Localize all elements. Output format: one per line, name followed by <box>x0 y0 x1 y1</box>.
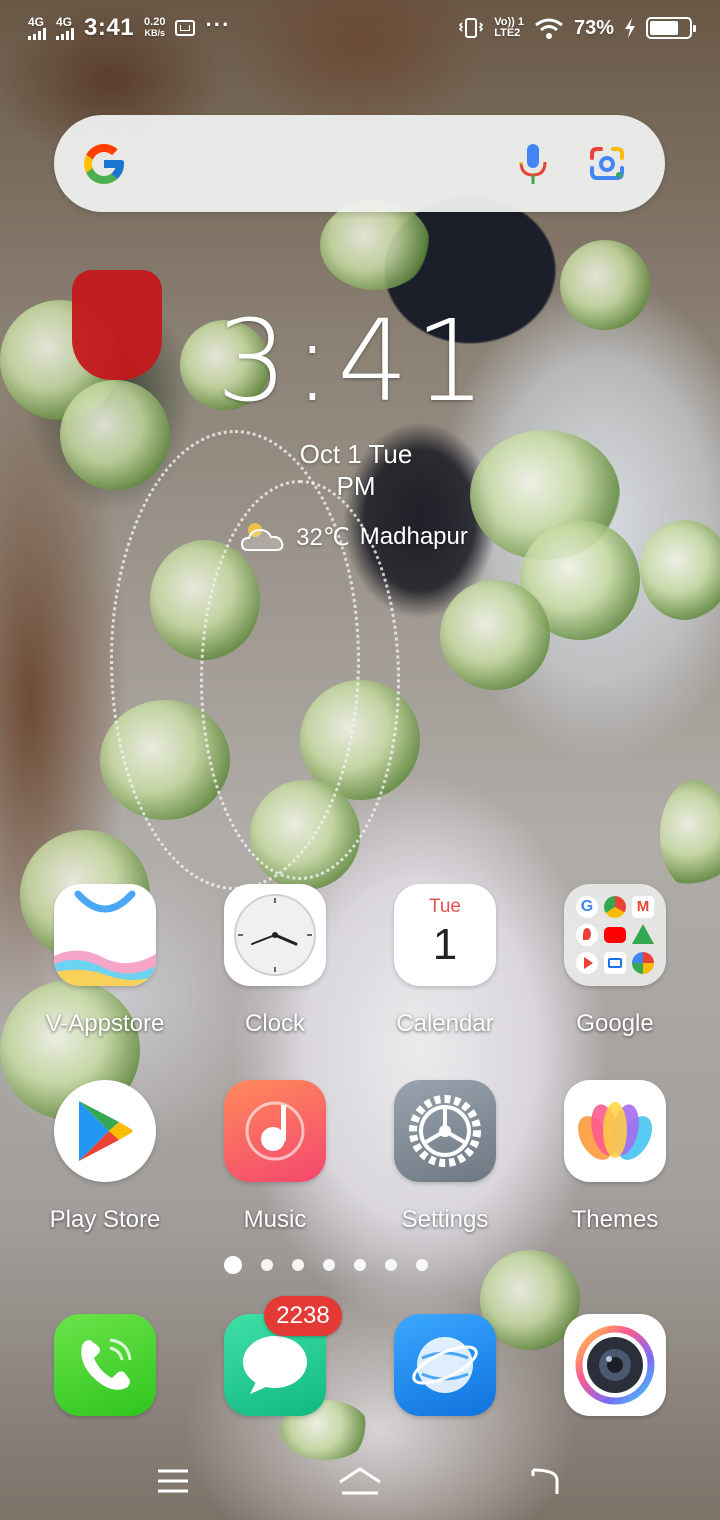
battery-level-fill <box>650 21 678 35</box>
google-lens-icon <box>590 146 624 180</box>
dock-phone[interactable] <box>25 1314 185 1416</box>
app-label: Settings <box>401 1206 489 1233</box>
page-dot[interactable] <box>416 1259 428 1271</box>
chrome-icon <box>604 896 626 918</box>
google-folder-icon: G M <box>564 884 666 986</box>
music-icon <box>224 1080 326 1182</box>
navigation-bar <box>0 1446 720 1516</box>
status-time: 3:41 <box>84 14 135 41</box>
app-label: Calendar <box>396 1010 494 1037</box>
sim2-signal-icon <box>56 27 74 40</box>
page-dot[interactable] <box>261 1259 273 1271</box>
app-calendar[interactable]: Tue 1 Calendar <box>365 884 525 1038</box>
back-button[interactable] <box>517 1456 577 1506</box>
unread-badge: 2238 <box>264 1296 342 1336</box>
voice-search-button[interactable] <box>511 142 555 186</box>
app-play-store[interactable]: Play Store <box>25 1080 185 1234</box>
dock-camera[interactable] <box>535 1314 695 1416</box>
clock-weather-widget[interactable]: 3:41 Oct 1 Tue PM 32℃ Madhapur <box>0 300 720 554</box>
page-dot[interactable] <box>323 1259 335 1271</box>
maps-icon <box>576 924 598 946</box>
page-dot[interactable] <box>385 1259 397 1271</box>
wallpaper <box>0 0 720 1520</box>
widget-ampm: PM <box>336 471 376 501</box>
camera-icon <box>564 1314 666 1416</box>
widget-date: Oct 1 Tue <box>299 439 413 469</box>
sim2-signal: 4G <box>56 14 74 40</box>
page-indicator[interactable] <box>0 1256 686 1274</box>
sim1-signal-icon <box>28 27 46 40</box>
app-label: Music <box>243 1206 307 1233</box>
recent-apps-button[interactable] <box>143 1456 203 1506</box>
network-speed-unit: KB/s <box>144 28 166 38</box>
charging-bolt-icon <box>625 18 635 38</box>
volte-bottom-label: LTE2 <box>494 27 521 39</box>
search-input[interactable] <box>144 133 481 194</box>
menu-icon <box>158 1469 189 1493</box>
meet-icon <box>604 952 626 974</box>
sim1-network-type: 4G <box>28 14 45 29</box>
network-speed-value: 0.20 <box>144 16 166 28</box>
google-lens-button[interactable] <box>585 142 629 186</box>
app-label: Clock <box>244 1010 305 1037</box>
battery-icon <box>646 17 696 39</box>
settings-gear-icon <box>394 1080 496 1182</box>
dock-browser[interactable] <box>365 1314 525 1416</box>
app-label: V-Appstore <box>45 1010 165 1037</box>
gmail-icon: M <box>632 896 654 918</box>
themes-lotus-icon <box>564 1080 666 1182</box>
vibrate-icon <box>459 18 484 38</box>
dock-messages[interactable]: 2238 <box>195 1296 355 1416</box>
home-icon <box>339 1467 381 1495</box>
play-store-icon <box>54 1080 156 1182</box>
more-notifications-indicator: ··· <box>205 12 231 37</box>
browser-globe-icon <box>394 1314 496 1416</box>
app-v-appstore[interactable]: V-Appstore <box>25 884 185 1038</box>
messages-icon: 2238 <box>224 1296 342 1416</box>
volte-indicator: Vo)) 1 LTE2 <box>494 17 524 39</box>
app-label: Themes <box>571 1206 659 1233</box>
google-search-bar[interactable] <box>54 115 665 212</box>
play-movies-icon <box>576 952 598 974</box>
wifi-icon <box>535 18 563 39</box>
page-dot[interactable] <box>292 1259 304 1271</box>
microphone-icon <box>519 143 547 184</box>
page-dot[interactable] <box>354 1259 366 1271</box>
app-music[interactable]: Music <box>195 1080 355 1234</box>
home-button[interactable] <box>330 1456 390 1506</box>
page-dot[interactable] <box>224 1256 242 1274</box>
app-label: Play Store <box>49 1206 161 1233</box>
calendar-icon: Tue 1 <box>394 884 496 986</box>
widget-location: Madhapur <box>359 523 468 550</box>
calendar-day: Tue <box>428 896 462 917</box>
network-speed: 0.20 KB/s <box>144 17 165 39</box>
sim2-network-type: 4G <box>56 14 73 29</box>
sim1-signal: 4G <box>28 14 46 40</box>
battery-percent: 73% <box>573 16 614 39</box>
youtube-icon <box>604 927 626 943</box>
drive-icon <box>632 924 654 944</box>
folder-google[interactable]: G M Google <box>535 884 695 1038</box>
notification-icon <box>175 20 196 36</box>
cloudy-weather-icon <box>241 523 284 551</box>
app-themes[interactable]: Themes <box>535 1080 695 1234</box>
google-app-icon: G <box>576 896 598 918</box>
widget-weather: 32℃ Madhapur <box>0 520 720 554</box>
photos-icon <box>632 952 654 974</box>
back-icon <box>531 1468 559 1494</box>
calendar-date: 1 <box>432 920 458 969</box>
app-clock[interactable]: Clock <box>195 884 355 1038</box>
google-g-icon <box>84 143 124 184</box>
v-appstore-icon <box>54 884 156 986</box>
status-bar: 4G 4G 3:41 0.20 KB/s ··· Vo)) 1 LTE2 73% <box>0 0 720 56</box>
app-label: Google <box>576 1010 654 1037</box>
widget-temperature: 32℃ <box>296 523 350 551</box>
clock-icon <box>224 884 326 986</box>
phone-icon <box>54 1314 156 1416</box>
app-settings[interactable]: Settings <box>365 1080 525 1234</box>
widget-time: 3:41 <box>216 297 492 427</box>
